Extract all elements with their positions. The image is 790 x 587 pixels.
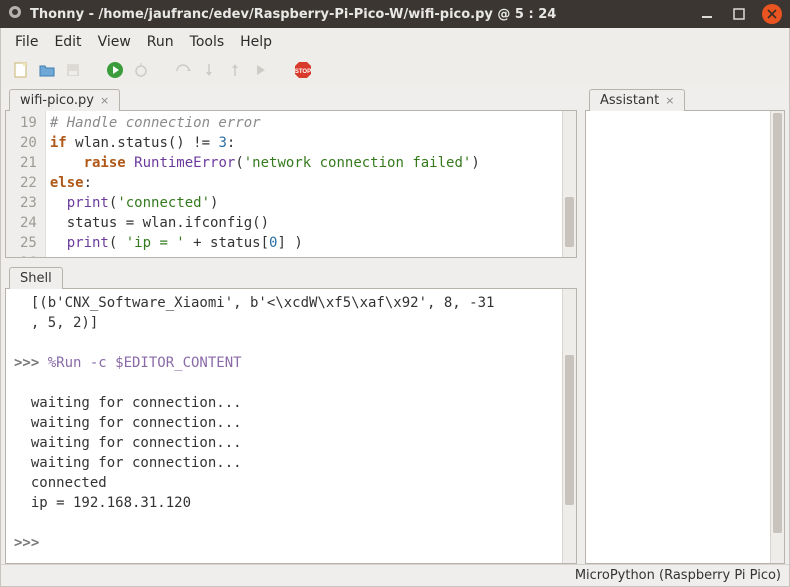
interpreter-label[interactable]: MicroPython (Raspberry Pi Pico) (575, 568, 781, 583)
menu-run[interactable]: Run (141, 32, 180, 52)
shell-scrollbar[interactable] (562, 289, 576, 563)
menu-help[interactable]: Help (234, 32, 278, 52)
debug-button[interactable] (131, 60, 151, 80)
step-out-button[interactable] (225, 60, 245, 80)
app-icon (8, 5, 22, 23)
statusbar: MicroPython (Raspberry Pi Pico) (1, 564, 789, 586)
assistant-tab-label: Assistant (600, 93, 659, 108)
open-file-button[interactable] (37, 60, 57, 80)
new-file-button[interactable] (11, 60, 31, 80)
run-button[interactable] (105, 60, 125, 80)
editor-tab-label: wifi-pico.py (20, 93, 94, 108)
menu-file[interactable]: File (9, 32, 44, 52)
maximize-button[interactable] (730, 5, 748, 23)
step-into-button[interactable] (199, 60, 219, 80)
assistant-area (585, 110, 785, 564)
horizontal-splitter[interactable] (579, 86, 583, 564)
menubar: File Edit View Run Tools Help (1, 28, 789, 56)
svg-text:STOP: STOP (295, 69, 311, 75)
line-gutter: 1920212223242526 (6, 111, 46, 257)
assistant-tab[interactable]: Assistant × (589, 89, 685, 111)
step-over-button[interactable] (173, 60, 193, 80)
editor-area[interactable]: 1920212223242526 # Handle connection err… (5, 110, 577, 258)
save-button[interactable] (63, 60, 83, 80)
resume-button[interactable] (251, 60, 271, 80)
editor-tab[interactable]: wifi-pico.py × (9, 89, 120, 111)
close-icon[interactable]: × (100, 94, 109, 107)
shell-tab-label: Shell (20, 271, 52, 286)
code-content[interactable]: # Handle connection errorif wlan.status(… (46, 111, 576, 257)
titlebar: Thonny - /home/jaufranc/edev/Raspberry-P… (0, 0, 790, 28)
editor-scrollbar[interactable] (562, 111, 576, 257)
menu-view[interactable]: View (92, 32, 137, 52)
shell-content[interactable]: [(b'CNX_Software_Xiaomi', b'<\xcdW\xf5\x… (6, 291, 576, 555)
shell-area[interactable]: [(b'CNX_Software_Xiaomi', b'<\xcdW\xf5\x… (5, 288, 577, 564)
shell-tab[interactable]: Shell (9, 267, 63, 289)
minimize-button[interactable] (698, 5, 716, 23)
toolbar: STOP (1, 56, 789, 86)
assistant-scrollbar[interactable] (770, 111, 784, 563)
stop-button[interactable]: STOP (293, 60, 313, 80)
close-button[interactable] (762, 4, 782, 24)
window-title: Thonny - /home/jaufranc/edev/Raspberry-P… (30, 7, 698, 22)
close-icon[interactable]: × (665, 94, 674, 107)
menu-tools[interactable]: Tools (184, 32, 231, 52)
menu-edit[interactable]: Edit (48, 32, 87, 52)
